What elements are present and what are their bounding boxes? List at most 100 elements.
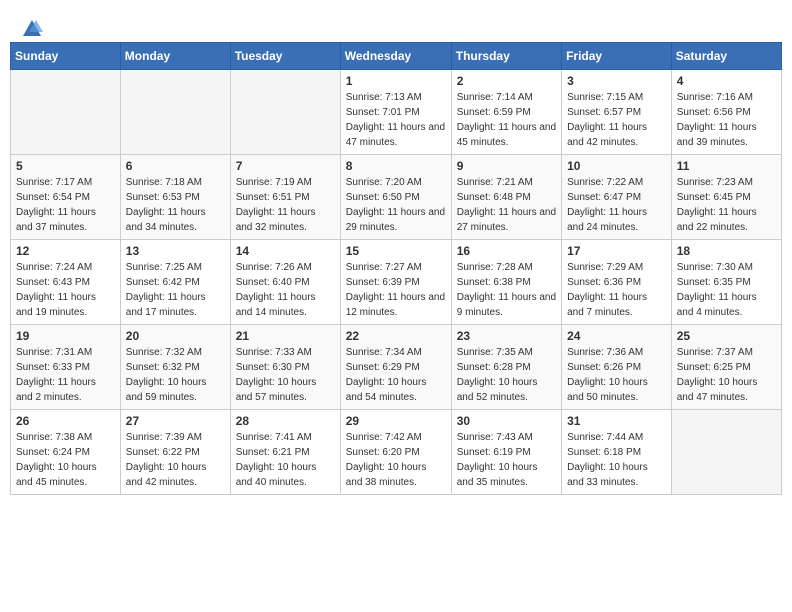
calendar-cell: 13 Sunrise: 7:25 AMSunset: 6:42 PMDayligh… bbox=[120, 240, 230, 325]
calendar-cell bbox=[671, 410, 781, 495]
calendar-week-row: 5 Sunrise: 7:17 AMSunset: 6:54 PMDaylight… bbox=[11, 155, 782, 240]
page-header bbox=[10, 10, 782, 38]
day-header-sunday: Sunday bbox=[11, 43, 121, 70]
day-number: 11 bbox=[677, 159, 776, 173]
calendar-week-row: 12 Sunrise: 7:24 AMSunset: 6:43 PMDayligh… bbox=[11, 240, 782, 325]
day-number: 12 bbox=[16, 244, 115, 258]
calendar-cell: 27 Sunrise: 7:39 AMSunset: 6:22 PMDayligh… bbox=[120, 410, 230, 495]
calendar-cell: 10 Sunrise: 7:22 AMSunset: 6:47 PMDayligh… bbox=[562, 155, 672, 240]
calendar-cell bbox=[11, 70, 121, 155]
day-info: Sunrise: 7:23 AMSunset: 6:45 PMDaylight:… bbox=[677, 175, 776, 235]
day-number: 27 bbox=[126, 414, 225, 428]
day-info: Sunrise: 7:31 AMSunset: 6:33 PMDaylight:… bbox=[16, 345, 115, 405]
day-number: 5 bbox=[16, 159, 115, 173]
calendar-cell: 11 Sunrise: 7:23 AMSunset: 6:45 PMDayligh… bbox=[671, 155, 781, 240]
day-header-monday: Monday bbox=[120, 43, 230, 70]
calendar-cell: 23 Sunrise: 7:35 AMSunset: 6:28 PMDayligh… bbox=[451, 325, 561, 410]
calendar-cell: 15Sunrise: 7:27 AMSunset: 6:39 PMDayligh… bbox=[340, 240, 451, 325]
day-info: Sunrise: 7:35 AMSunset: 6:28 PMDaylight:… bbox=[457, 345, 556, 405]
calendar-cell: 7 Sunrise: 7:19 AMSunset: 6:51 PMDaylight… bbox=[230, 155, 340, 240]
day-info: Sunrise: 7:26 AMSunset: 6:40 PMDaylight:… bbox=[236, 260, 335, 320]
day-number: 29 bbox=[346, 414, 446, 428]
day-header-tuesday: Tuesday bbox=[230, 43, 340, 70]
day-number: 8 bbox=[346, 159, 446, 173]
day-info: Sunrise: 7:14 AMSunset: 6:59 PMDaylight:… bbox=[457, 90, 556, 150]
day-info: Sunrise: 7:28 AMSunset: 6:38 PMDaylight:… bbox=[457, 260, 556, 320]
day-info: Sunrise: 7:21 AMSunset: 6:48 PMDaylight:… bbox=[457, 175, 556, 235]
day-info: Sunrise: 7:42 AMSunset: 6:20 PMDaylight:… bbox=[346, 430, 446, 490]
calendar-header-row: SundayMondayTuesdayWednesdayThursdayFrid… bbox=[11, 43, 782, 70]
day-number: 7 bbox=[236, 159, 335, 173]
day-number: 19 bbox=[16, 329, 115, 343]
calendar-cell: 28 Sunrise: 7:41 AMSunset: 6:21 PMDayligh… bbox=[230, 410, 340, 495]
day-info: Sunrise: 7:24 AMSunset: 6:43 PMDaylight:… bbox=[16, 260, 115, 320]
calendar-cell: 19 Sunrise: 7:31 AMSunset: 6:33 PMDayligh… bbox=[11, 325, 121, 410]
logo bbox=[20, 18, 44, 34]
day-info: Sunrise: 7:33 AMSunset: 6:30 PMDaylight:… bbox=[236, 345, 335, 405]
calendar-cell: 31 Sunrise: 7:44 AMSunset: 6:18 PMDayligh… bbox=[562, 410, 672, 495]
day-number: 1 bbox=[346, 74, 446, 88]
day-info: Sunrise: 7:19 AMSunset: 6:51 PMDaylight:… bbox=[236, 175, 335, 235]
calendar-table: SundayMondayTuesdayWednesdayThursdayFrid… bbox=[10, 42, 782, 495]
calendar-cell: 2 Sunrise: 7:14 AMSunset: 6:59 PMDaylight… bbox=[451, 70, 561, 155]
day-info: Sunrise: 7:32 AMSunset: 6:32 PMDaylight:… bbox=[126, 345, 225, 405]
day-number: 20 bbox=[126, 329, 225, 343]
calendar-cell: 21 Sunrise: 7:33 AMSunset: 6:30 PMDayligh… bbox=[230, 325, 340, 410]
calendar-cell: 25Sunrise: 7:37 AMSunset: 6:25 PMDayligh… bbox=[671, 325, 781, 410]
day-number: 14 bbox=[236, 244, 335, 258]
calendar-cell: 26 Sunrise: 7:38 AMSunset: 6:24 PMDayligh… bbox=[11, 410, 121, 495]
day-info: Sunrise: 7:20 AMSunset: 6:50 PMDaylight:… bbox=[346, 175, 446, 235]
day-number: 10 bbox=[567, 159, 666, 173]
day-info: Sunrise: 7:38 AMSunset: 6:24 PMDaylight:… bbox=[16, 430, 115, 490]
calendar-cell bbox=[230, 70, 340, 155]
day-number: 2 bbox=[457, 74, 556, 88]
day-number: 28 bbox=[236, 414, 335, 428]
calendar-cell: 14 Sunrise: 7:26 AMSunset: 6:40 PMDayligh… bbox=[230, 240, 340, 325]
calendar-cell: 3Sunrise: 7:15 AMSunset: 6:57 PMDaylight… bbox=[562, 70, 672, 155]
calendar-cell: 29 Sunrise: 7:42 AMSunset: 6:20 PMDayligh… bbox=[340, 410, 451, 495]
day-number: 6 bbox=[126, 159, 225, 173]
day-header-thursday: Thursday bbox=[451, 43, 561, 70]
day-info: Sunrise: 7:25 AMSunset: 6:42 PMDaylight:… bbox=[126, 260, 225, 320]
day-number: 22 bbox=[346, 329, 446, 343]
day-number: 31 bbox=[567, 414, 666, 428]
day-header-wednesday: Wednesday bbox=[340, 43, 451, 70]
day-number: 13 bbox=[126, 244, 225, 258]
day-info: Sunrise: 7:41 AMSunset: 6:21 PMDaylight:… bbox=[236, 430, 335, 490]
logo-icon bbox=[21, 18, 43, 40]
day-info: Sunrise: 7:27 AMSunset: 6:39 PMDaylight:… bbox=[346, 260, 446, 320]
calendar-cell: 6 Sunrise: 7:18 AMSunset: 6:53 PMDaylight… bbox=[120, 155, 230, 240]
calendar-cell: 20 Sunrise: 7:32 AMSunset: 6:32 PMDayligh… bbox=[120, 325, 230, 410]
calendar-cell: 12 Sunrise: 7:24 AMSunset: 6:43 PMDayligh… bbox=[11, 240, 121, 325]
day-info: Sunrise: 7:18 AMSunset: 6:53 PMDaylight:… bbox=[126, 175, 225, 235]
calendar-cell: 22 Sunrise: 7:34 AMSunset: 6:29 PMDayligh… bbox=[340, 325, 451, 410]
day-number: 3 bbox=[567, 74, 666, 88]
day-number: 26 bbox=[16, 414, 115, 428]
calendar-cell bbox=[120, 70, 230, 155]
day-number: 16 bbox=[457, 244, 556, 258]
day-info: Sunrise: 7:16 AMSunset: 6:56 PMDaylight:… bbox=[677, 90, 776, 150]
day-info: Sunrise: 7:44 AMSunset: 6:18 PMDaylight:… bbox=[567, 430, 666, 490]
day-info: Sunrise: 7:29 AMSunset: 6:36 PMDaylight:… bbox=[567, 260, 666, 320]
calendar-week-row: 26 Sunrise: 7:38 AMSunset: 6:24 PMDayligh… bbox=[11, 410, 782, 495]
day-info: Sunrise: 7:22 AMSunset: 6:47 PMDaylight:… bbox=[567, 175, 666, 235]
day-number: 21 bbox=[236, 329, 335, 343]
day-info: Sunrise: 7:39 AMSunset: 6:22 PMDaylight:… bbox=[126, 430, 225, 490]
calendar-cell: 9Sunrise: 7:21 AMSunset: 6:48 PMDaylight… bbox=[451, 155, 561, 240]
day-header-friday: Friday bbox=[562, 43, 672, 70]
day-info: Sunrise: 7:30 AMSunset: 6:35 PMDaylight:… bbox=[677, 260, 776, 320]
day-number: 23 bbox=[457, 329, 556, 343]
calendar-cell: 30 Sunrise: 7:43 AMSunset: 6:19 PMDayligh… bbox=[451, 410, 561, 495]
day-info: Sunrise: 7:43 AMSunset: 6:19 PMDaylight:… bbox=[457, 430, 556, 490]
day-number: 18 bbox=[677, 244, 776, 258]
day-number: 17 bbox=[567, 244, 666, 258]
day-info: Sunrise: 7:13 AMSunset: 7:01 PMDaylight:… bbox=[346, 90, 446, 150]
calendar-cell: 4Sunrise: 7:16 AMSunset: 6:56 PMDaylight… bbox=[671, 70, 781, 155]
day-number: 30 bbox=[457, 414, 556, 428]
day-info: Sunrise: 7:36 AMSunset: 6:26 PMDaylight:… bbox=[567, 345, 666, 405]
day-info: Sunrise: 7:34 AMSunset: 6:29 PMDaylight:… bbox=[346, 345, 446, 405]
day-header-saturday: Saturday bbox=[671, 43, 781, 70]
day-info: Sunrise: 7:17 AMSunset: 6:54 PMDaylight:… bbox=[16, 175, 115, 235]
calendar-cell: 1 Sunrise: 7:13 AMSunset: 7:01 PMDaylight… bbox=[340, 70, 451, 155]
day-info: Sunrise: 7:37 AMSunset: 6:25 PMDaylight:… bbox=[677, 345, 776, 405]
